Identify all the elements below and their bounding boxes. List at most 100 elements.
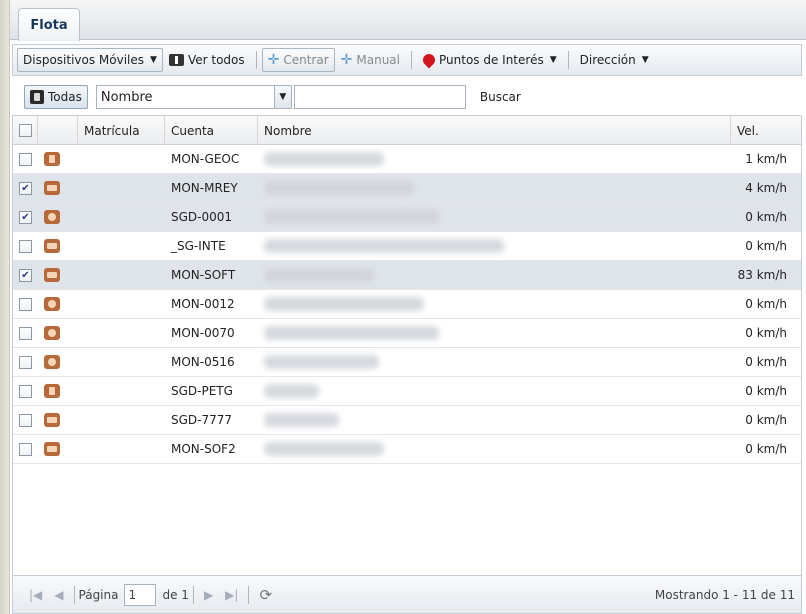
row-checkbox[interactable] [19,442,32,456]
dispositivos-moviles-menu[interactable]: Dispositivos Móviles ▼ [17,48,163,72]
tab-flota[interactable]: Flota [18,8,80,41]
face-icon [44,326,60,340]
table-row[interactable]: _SG-INTE 0 km/h [13,232,801,261]
row-cuenta: MON-SOF2 [171,442,236,456]
row-checkbox[interactable]: ✔ [19,181,32,195]
page-input[interactable]: 1 [124,583,157,606]
table-row[interactable]: MON-0070 0 km/h [13,319,801,348]
todas-label: Todas [48,90,82,104]
row-matricula [78,232,165,261]
prev-page-icon[interactable]: ◀ [48,588,69,602]
centrar-button[interactable]: ✛ Centrar [261,48,335,72]
row-checkbox[interactable] [19,355,32,369]
row-vel: 0 km/h [745,384,787,398]
row-icon-cell [38,145,78,174]
redacted-name [264,152,384,166]
row-checkbox[interactable]: ✔ [19,210,32,224]
pager-separator [192,585,194,604]
row-cuenta: MON-0070 [171,326,235,340]
ver-todos-button[interactable]: Ver todos [163,48,251,72]
row-cuenta: MON-SOFT [171,268,236,282]
manual-button[interactable]: ✛ Manual [335,48,406,72]
table-row[interactable]: ✔ SGD-0001 0 km/h [13,203,801,232]
search-field-select[interactable]: Nombre ▼ [95,85,292,109]
direccion-menu[interactable]: Dirección ▼ [574,48,655,72]
todas-button[interactable]: Todas [24,85,88,109]
row-vel: 0 km/h [745,326,787,340]
table-row[interactable]: SGD-PETG 0 km/h [13,377,801,406]
fleet-panel: Flota Dispositivos Móviles ▼ Ver todos ✛… [10,0,806,614]
puntos-de-interes-menu[interactable]: Puntos de Interés ▼ [417,48,563,72]
face-icon [44,210,60,224]
row-nombre [258,232,731,261]
header-nombre[interactable]: Nombre [258,116,731,145]
row-checkbox-cell: ✔ [13,203,38,232]
row-checkbox[interactable] [19,152,32,166]
chat-icon [44,239,60,253]
table-row[interactable]: MON-SOF2 0 km/h [13,435,801,464]
redacted-name [264,413,339,427]
row-icon-cell [38,435,78,464]
row-icon-cell [38,174,78,203]
chevron-down-icon[interactable]: ▼ [273,86,291,108]
table-row[interactable]: MON-0012 0 km/h [13,290,801,319]
row-matricula [78,406,165,435]
row-cuenta: SGD-PETG [171,384,233,398]
buscar-button[interactable]: Buscar [476,90,525,104]
row-vel: 1 km/h [745,152,787,166]
row-matricula [78,377,165,406]
toolbar-separator [255,51,257,69]
row-vel: 0 km/h [745,442,787,456]
select-all-checkbox[interactable] [19,124,32,137]
row-checkbox-cell [13,377,38,406]
centrar-label: Centrar [283,53,329,67]
person-icon [44,152,60,166]
table-row[interactable]: SGD-7777 0 km/h [13,406,801,435]
binoculars-icon [30,90,44,104]
redacted-name [264,355,379,369]
row-vel: 4 km/h [745,181,787,195]
row-checkbox[interactable] [19,326,32,340]
row-cuenta: SGD-0001 [171,210,233,224]
header-vel[interactable]: Vel. [731,116,791,145]
row-matricula [78,203,165,232]
header-cuenta[interactable]: Cuenta [165,116,258,145]
row-checkbox-cell [13,290,38,319]
page-count: de 1 [162,587,189,602]
row-vel: 0 km/h [745,413,787,427]
row-cuenta: SGD-7777 [171,413,233,427]
table-row[interactable]: ✔ MON-MREY 4 km/h [13,174,801,203]
header-matricula[interactable]: Matrícula [78,116,165,145]
search-input[interactable] [293,85,466,109]
row-checkbox[interactable] [19,413,32,427]
row-matricula [78,435,165,464]
select-all-cell [13,116,38,145]
redacted-name [264,181,414,195]
row-checkbox[interactable] [19,239,32,253]
left-panel-edge [0,0,10,614]
table-row[interactable]: MON-GEOC 1 km/h [13,145,801,174]
row-vel: 0 km/h [745,210,787,224]
redacted-name [264,384,319,398]
header-icon-column [38,116,78,145]
last-page-icon[interactable]: ▶| [219,588,244,602]
row-vel: 83 km/h [737,268,787,282]
redacted-name [264,268,374,282]
redacted-name [264,326,439,340]
row-checkbox[interactable] [19,384,32,398]
manual-label: Manual [356,53,400,67]
first-page-icon[interactable]: |◀ [23,588,48,602]
chat-icon [44,413,60,427]
row-checkbox[interactable] [19,297,32,311]
next-page-icon[interactable]: ▶ [198,588,219,602]
row-cuenta: MON-MREY [171,181,238,195]
table-row[interactable]: MON-0516 0 km/h [13,348,801,377]
table-row[interactable]: ✔ MON-SOFT 83 km/h [13,261,801,290]
toolbar-separator [567,51,569,69]
row-nombre [258,174,731,203]
row-checkbox[interactable]: ✔ [19,268,32,282]
chevron-down-icon: ▼ [150,55,157,65]
grid-header: Matrícula Cuenta Nombre Vel. [13,116,801,145]
grid-body: MON-GEOC 1 km/h ✔ MON-MREY 4 km/h ✔ SGD-0001 0 … [13,145,801,464]
refresh-icon[interactable]: ⟳ [253,586,278,604]
